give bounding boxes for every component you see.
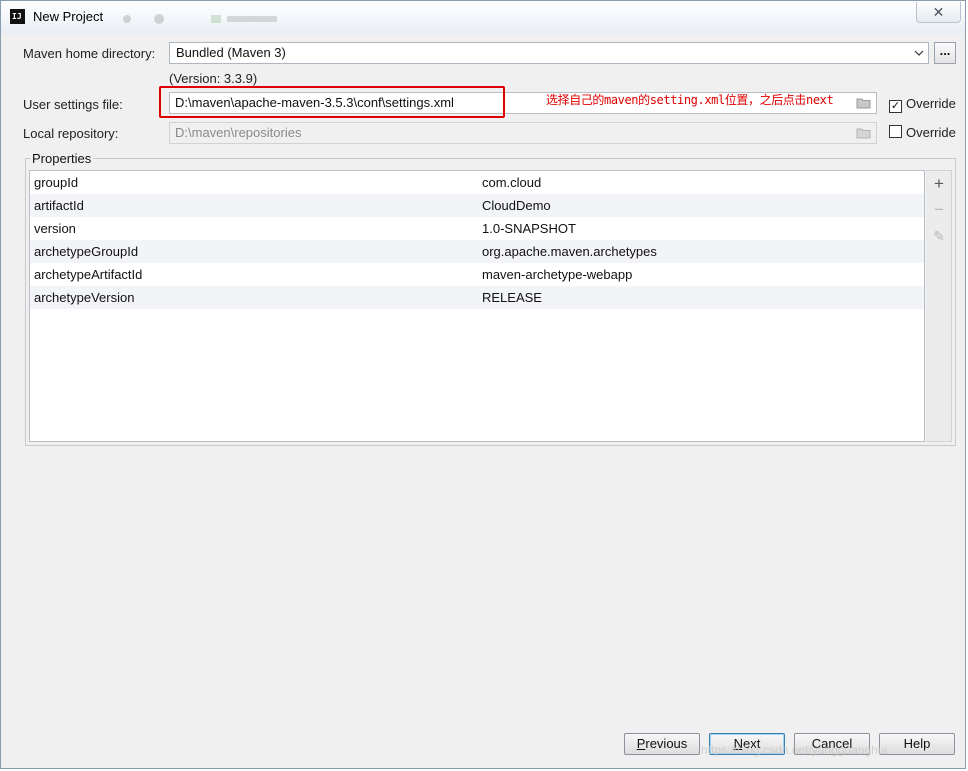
unchecked-icon[interactable] bbox=[889, 125, 902, 138]
table-row[interactable]: archetypeVersion RELEASE bbox=[30, 286, 924, 309]
table-row[interactable]: groupId com.cloud bbox=[30, 171, 924, 194]
previous-button[interactable]: Previous bbox=[624, 733, 700, 755]
override-label: Override bbox=[906, 96, 956, 111]
maven-home-label: Maven home directory: bbox=[23, 46, 156, 61]
window-title: New Project bbox=[33, 9, 104, 24]
table-row[interactable]: archetypeGroupId org.apache.maven.archet… bbox=[30, 240, 924, 263]
maven-home-value: Bundled (Maven 3) bbox=[176, 45, 286, 60]
property-value: 1.0-SNAPSHOT bbox=[482, 221, 576, 236]
folder-icon[interactable] bbox=[856, 97, 871, 109]
property-value: RELEASE bbox=[482, 290, 542, 305]
edit-icon[interactable]: ✎ bbox=[930, 227, 948, 245]
properties-table[interactable]: groupId com.cloud artifactId CloudDemo v… bbox=[29, 170, 925, 442]
checked-icon[interactable]: ✓ bbox=[889, 100, 902, 113]
maven-home-browse-button[interactable]: ... bbox=[934, 42, 956, 64]
property-value: com.cloud bbox=[482, 175, 542, 190]
local-repository-override-checkbox[interactable]: Override bbox=[889, 125, 956, 140]
annotation-highlight-box bbox=[159, 86, 505, 118]
properties-toolbar: + − ✎ bbox=[926, 170, 952, 442]
table-row[interactable]: version 1.0-SNAPSHOT bbox=[30, 217, 924, 240]
property-key: groupId bbox=[34, 175, 79, 190]
user-settings-override-checkbox[interactable]: ✓ Override bbox=[889, 96, 956, 113]
maven-home-select[interactable]: Bundled (Maven 3) bbox=[169, 42, 929, 64]
intellij-app-icon: IJ bbox=[10, 9, 25, 24]
user-settings-label: User settings file: bbox=[23, 97, 123, 112]
local-repository-input[interactable]: D:\maven\repositories bbox=[169, 122, 877, 144]
property-key: version bbox=[34, 221, 76, 236]
property-key: archetypeArtifactId bbox=[34, 267, 143, 282]
table-row[interactable]: archetypeArtifactId maven-archetype-weba… bbox=[30, 263, 924, 286]
help-button[interactable]: Help bbox=[879, 733, 955, 755]
background-toolbar-icons bbox=[123, 14, 277, 24]
property-value: maven-archetype-webapp bbox=[482, 267, 633, 282]
table-row[interactable]: artifactId CloudDemo bbox=[30, 194, 924, 217]
override-label: Override bbox=[906, 125, 956, 140]
local-repository-label: Local repository: bbox=[23, 126, 119, 141]
property-value: org.apache.maven.archetypes bbox=[482, 244, 657, 259]
property-key: archetypeGroupId bbox=[34, 244, 139, 259]
new-project-dialog: IJ New Project ✕ Maven home directory: B… bbox=[0, 0, 966, 769]
remove-icon[interactable]: − bbox=[930, 201, 948, 219]
add-icon[interactable]: + bbox=[930, 175, 948, 193]
annotation-text: 选择自己的maven的setting.xml位置，之后点击next bbox=[546, 93, 834, 107]
close-button[interactable]: ✕ bbox=[916, 2, 961, 23]
title-bar: IJ New Project ✕ bbox=[1, 1, 965, 34]
folder-icon[interactable] bbox=[856, 127, 871, 139]
property-value: CloudDemo bbox=[482, 198, 551, 213]
property-key: archetypeVersion bbox=[34, 290, 135, 305]
maven-version-text: (Version: 3.3.9) bbox=[169, 71, 258, 86]
property-key: artifactId bbox=[34, 198, 84, 213]
properties-group-label: Properties bbox=[30, 151, 94, 166]
chevron-down-icon[interactable] bbox=[914, 43, 924, 71]
local-repository-value: D:\maven\repositories bbox=[175, 125, 302, 140]
previous-label: revious bbox=[645, 736, 688, 751]
watermark-text: https://blog.csdn.net/yangguanghui bbox=[701, 743, 888, 757]
